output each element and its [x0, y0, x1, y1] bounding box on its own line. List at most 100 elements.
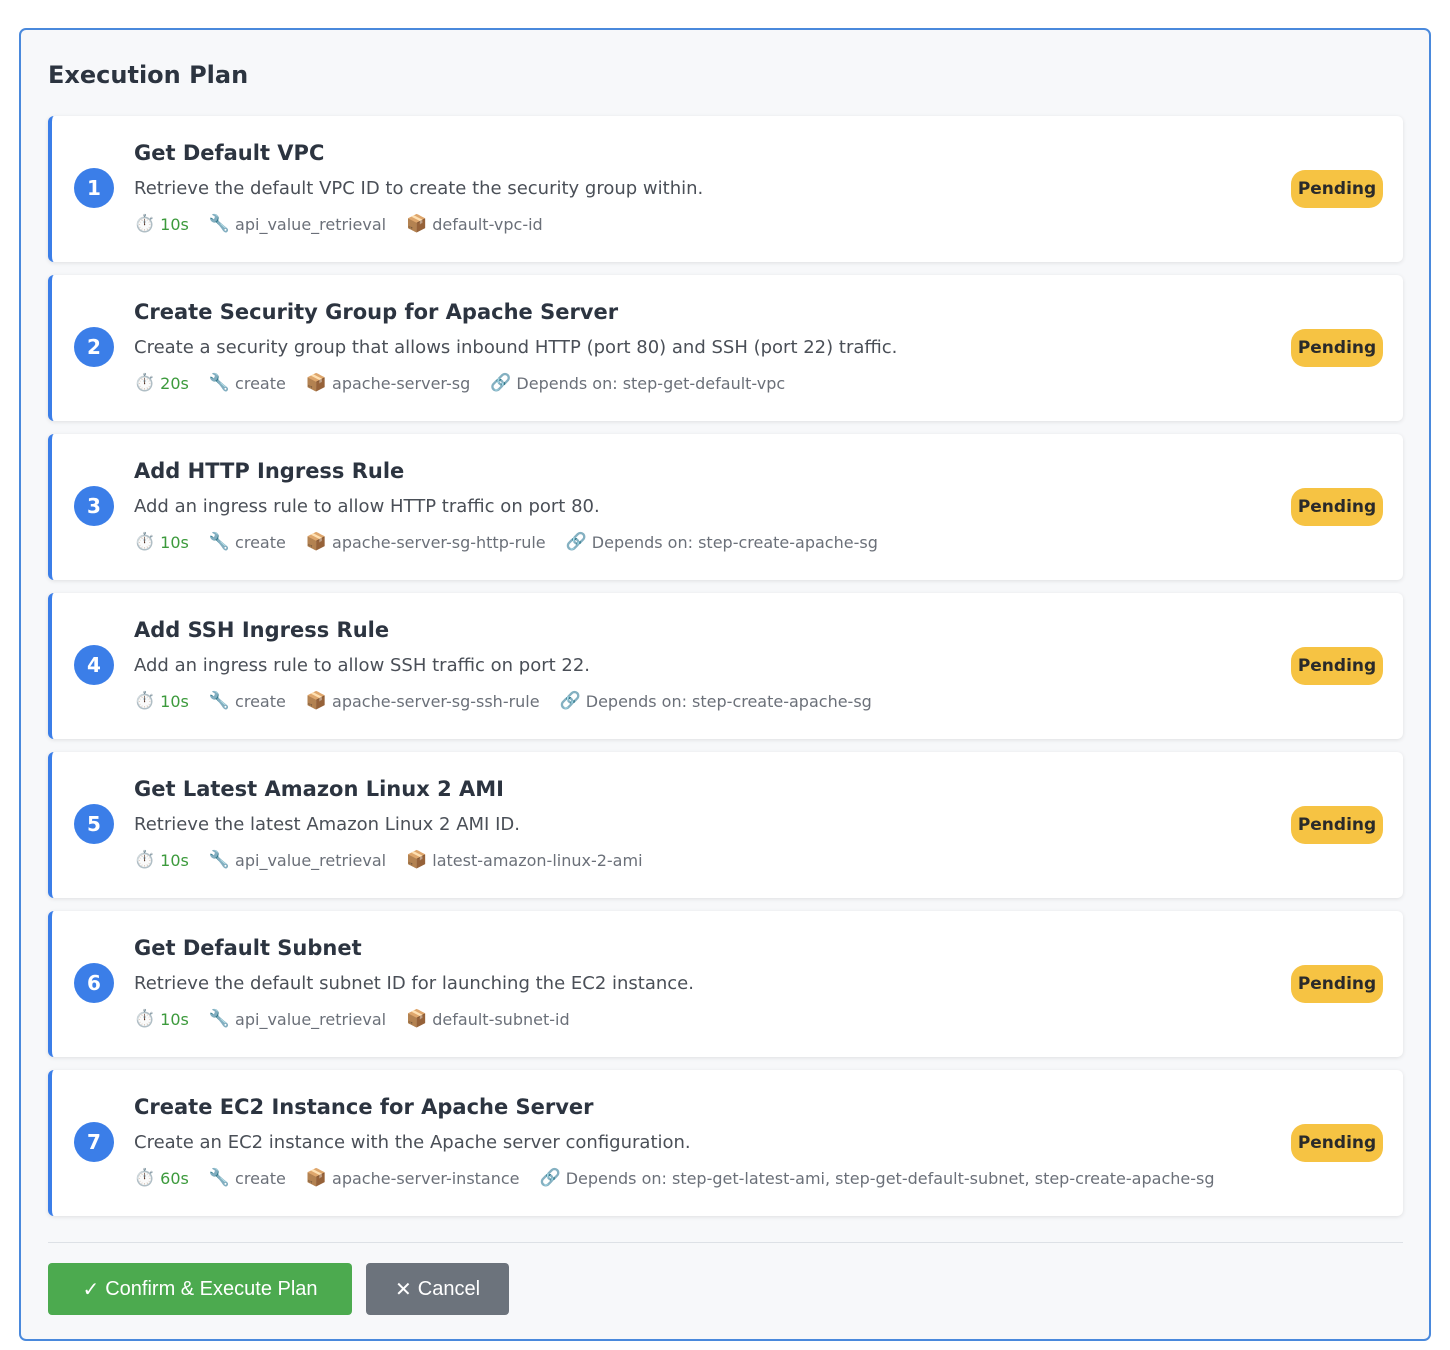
- step-body: Add SSH Ingress Rule Add an ingress rule…: [134, 615, 1243, 717]
- status-badge: Pending: [1291, 170, 1383, 208]
- package-icon: 📦: [406, 214, 428, 234]
- wrench-icon: 🔧: [208, 373, 231, 393]
- wrench-icon: 🔧: [208, 1009, 231, 1029]
- meta-depends: 🔗 Depends on: step-get-default-vpc: [490, 373, 785, 393]
- duration-value: 20s: [160, 373, 189, 393]
- step-number: 6: [74, 963, 114, 1003]
- resource-value: apache-server-sg: [332, 373, 471, 393]
- duration-value: 10s: [160, 532, 189, 552]
- step-title: Get Default VPC: [134, 141, 325, 165]
- meta-action: 🔧 create: [209, 691, 286, 711]
- duration-value: 60s: [160, 1168, 189, 1188]
- action-value: create: [235, 532, 286, 552]
- step-number: 7: [74, 1122, 114, 1162]
- stopwatch-icon: ⏱️: [134, 1009, 156, 1029]
- package-icon: 📦: [305, 1168, 328, 1188]
- step-meta: ⏱️ 10s 🔧 create 📦 apache-server-sg-http-rul…: [134, 526, 1243, 558]
- package-icon: 📦: [305, 532, 328, 552]
- step-title: Get Latest Amazon Linux 2 AMI: [134, 777, 504, 801]
- status-badge: Pending: [1291, 965, 1383, 1003]
- stopwatch-icon: ⏱️: [134, 850, 156, 870]
- step-card: 3 Add HTTP Ingress Rule Add an ingress r…: [48, 434, 1403, 580]
- status-badge: Pending: [1291, 1124, 1383, 1162]
- package-icon: 📦: [406, 1009, 428, 1029]
- meta-duration: ⏱️ 10s: [134, 214, 189, 234]
- step-card: 1 Get Default VPC Retrieve the default V…: [48, 116, 1403, 262]
- duration-value: 10s: [160, 691, 189, 711]
- depends-value: Depends on: step-create-apache-sg: [585, 691, 872, 711]
- step-description: Create an EC2 instance with the Apache s…: [134, 1132, 691, 1153]
- close-icon: ✕: [394, 1278, 412, 1301]
- step-description: Add an ingress rule to allow SSH traffic…: [134, 655, 591, 676]
- meta-action: 🔧 api_value_retrieval: [209, 850, 386, 870]
- resource-value: apache-server-instance: [332, 1168, 520, 1188]
- confirm-execute-button[interactable]: ✓ Confirm & Execute Plan: [48, 1263, 352, 1315]
- package-icon: 📦: [305, 691, 328, 711]
- step-description: Retrieve the default VPC ID to create th…: [134, 178, 704, 199]
- execution-plan-panel: Execution Plan 1 Get Default VPC Retriev…: [19, 28, 1431, 1341]
- meta-depends: 🔗 Depends on: step-create-apache-sg: [566, 532, 878, 552]
- action-value: create: [235, 1168, 286, 1188]
- step-description: Retrieve the latest Amazon Linux 2 AMI I…: [134, 814, 520, 835]
- depends-value: Depends on: step-create-apache-sg: [591, 532, 878, 552]
- wrench-icon: 🔧: [208, 850, 231, 870]
- link-icon: 🔗: [539, 1168, 561, 1188]
- step-body: Get Default Subnet Retrieve the default …: [134, 933, 1243, 1035]
- resource-value: default-subnet-id: [432, 1009, 570, 1029]
- depends-value: Depends on: step-get-latest-ami, step-ge…: [565, 1168, 1215, 1188]
- step-card: 7 Create EC2 Instance for Apache Server …: [48, 1070, 1403, 1216]
- resource-value: default-vpc-id: [432, 214, 543, 234]
- meta-resource: 📦 latest-amazon-linux-2-ami: [406, 850, 642, 870]
- step-title: Create Security Group for Apache Server: [134, 300, 619, 324]
- resource-value: apache-server-sg-ssh-rule: [332, 691, 540, 711]
- meta-resource: 📦 default-subnet-id: [406, 1009, 570, 1029]
- step-number: 5: [74, 804, 114, 844]
- step-meta: ⏱️ 60s 🔧 create 📦 apache-server-instance 🔗 D…: [134, 1162, 1243, 1194]
- stopwatch-icon: ⏱️: [134, 532, 156, 552]
- stopwatch-icon: ⏱️: [134, 214, 156, 234]
- step-title: Add SSH Ingress Rule: [134, 618, 390, 642]
- link-icon: 🔗: [559, 691, 581, 711]
- step-body: Create Security Group for Apache Server …: [134, 297, 1243, 399]
- action-value: api_value_retrieval: [235, 214, 387, 234]
- step-card: 2 Create Security Group for Apache Serve…: [48, 275, 1403, 421]
- action-bar: ✓ Confirm & Execute Plan ✕ Cancel: [48, 1263, 1402, 1315]
- meta-duration: ⏱️ 10s: [134, 1009, 189, 1029]
- cancel-button-label: Cancel: [417, 1277, 481, 1300]
- step-description: Add an ingress rule to allow HTTP traffi…: [134, 496, 600, 517]
- link-icon: 🔗: [490, 373, 512, 393]
- step-meta: ⏱️ 10s 🔧 api_value_retrieval 📦 default-vpc-…: [134, 208, 1243, 240]
- meta-duration: ⏱️ 10s: [134, 532, 189, 552]
- step-description: Retrieve the default subnet ID for launc…: [134, 973, 694, 994]
- package-icon: 📦: [406, 850, 428, 870]
- stopwatch-icon: ⏱️: [134, 373, 156, 393]
- step-body: Create EC2 Instance for Apache Server Cr…: [134, 1092, 1243, 1194]
- meta-action: 🔧 create: [209, 532, 286, 552]
- duration-value: 10s: [160, 1009, 189, 1029]
- meta-action: 🔧 create: [209, 373, 286, 393]
- panel-title: Execution Plan: [48, 61, 249, 89]
- step-number: 1: [74, 168, 114, 208]
- meta-duration: ⏱️ 20s: [134, 373, 189, 393]
- status-badge: Pending: [1291, 329, 1383, 367]
- wrench-icon: 🔧: [208, 1168, 231, 1188]
- duration-value: 10s: [160, 850, 189, 870]
- step-body: Add HTTP Ingress Rule Add an ingress rul…: [134, 456, 1243, 558]
- step-number: 4: [74, 645, 114, 685]
- step-meta: ⏱️ 10s 🔧 create 📦 apache-server-sg-ssh-rule…: [134, 685, 1243, 717]
- meta-resource: 📦 apache-server-sg: [306, 373, 470, 393]
- meta-resource: 📦 default-vpc-id: [406, 214, 543, 234]
- step-body: Get Default VPC Retrieve the default VPC…: [134, 138, 1243, 240]
- meta-depends: 🔗 Depends on: step-create-apache-sg: [560, 691, 872, 711]
- wrench-icon: 🔧: [208, 214, 231, 234]
- step-meta: ⏱️ 10s 🔧 api_value_retrieval 📦 latest-amazo…: [134, 844, 1243, 876]
- step-meta: ⏱️ 20s 🔧 create 📦 apache-server-sg 🔗 Depends…: [134, 367, 1243, 399]
- cancel-button[interactable]: ✕ Cancel: [366, 1263, 509, 1315]
- step-description: Create a security group that allows inbo…: [134, 337, 898, 358]
- action-value: api_value_retrieval: [235, 850, 387, 870]
- meta-duration: ⏱️ 10s: [134, 850, 189, 870]
- step-number: 2: [74, 327, 114, 367]
- action-value: create: [235, 691, 286, 711]
- depends-value: Depends on: step-get-default-vpc: [516, 373, 786, 393]
- action-value: create: [235, 373, 286, 393]
